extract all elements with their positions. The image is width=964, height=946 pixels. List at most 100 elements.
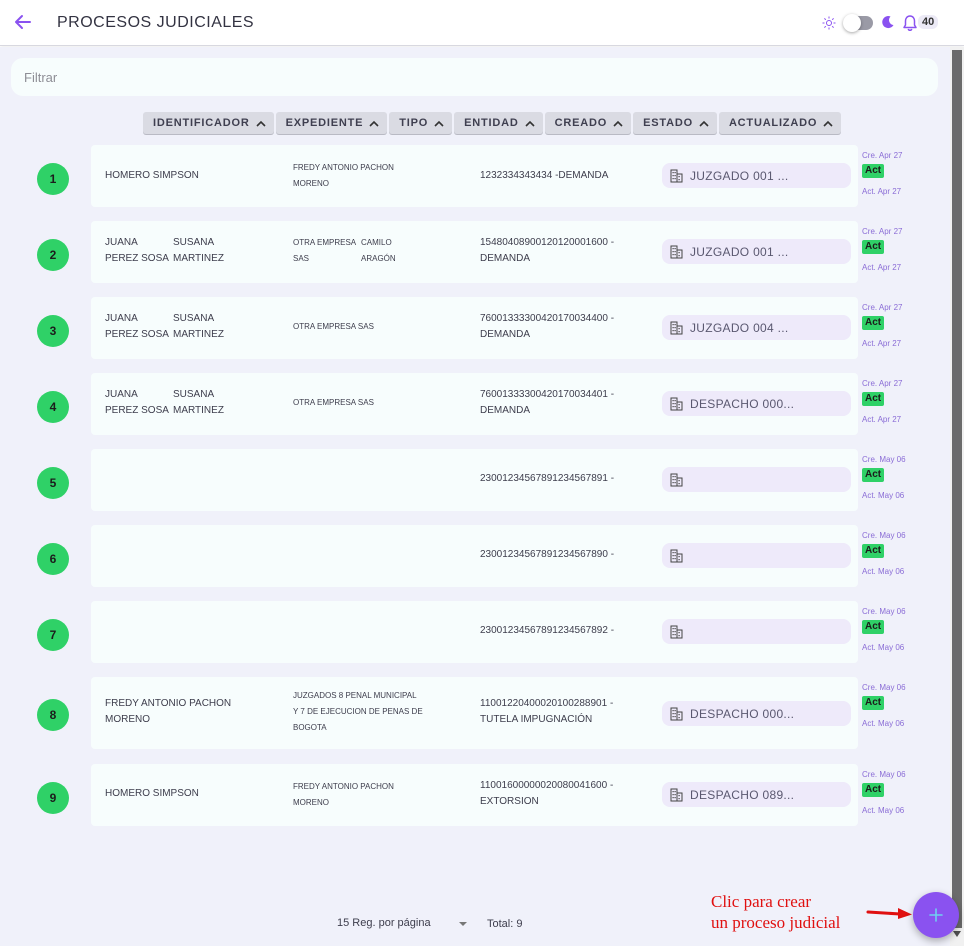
toggle-knob xyxy=(843,14,861,32)
entity-chip[interactable]: DESPACHO 089... xyxy=(662,782,851,807)
filter-input[interactable] xyxy=(24,70,925,85)
demandante-name: SUSANA MARTINEZ xyxy=(173,237,224,264)
sort-bar: IDENTIFICADOR EXPEDIENTE TIPO ENTIDAD CR… xyxy=(143,112,842,134)
sort-label: ACTUALIZADO xyxy=(728,117,818,129)
created-date: Cre. May 06 xyxy=(862,531,906,540)
entity-chip[interactable]: DESPACHO 000... xyxy=(662,701,851,726)
row-dates: Cre. Apr 27 Act Act. Apr 27 xyxy=(862,151,932,196)
sort-estado-button[interactable]: ESTADO xyxy=(633,112,717,134)
chevron-up-icon xyxy=(613,120,623,127)
chevron-up-icon xyxy=(699,120,709,127)
sort-creado-button[interactable]: CREADO xyxy=(544,112,632,134)
status-badge: Act xyxy=(862,696,885,710)
building-icon xyxy=(670,473,683,487)
entity-label: DESPACHO 089... xyxy=(690,787,795,802)
sort-label: CREADO xyxy=(554,117,608,129)
expediente-number: 1232334343434 -DEMANDA xyxy=(480,170,609,181)
process-card[interactable]: JUANA PEREZ SOSA SUSANA MARTINEZ OTRA EMPR… xyxy=(91,297,858,359)
entity-chip[interactable] xyxy=(662,467,851,492)
expediente-number: 76001333300420170034401 - DEMANDA xyxy=(480,389,615,416)
row-number: 7 xyxy=(37,619,69,651)
process-card[interactable]: FREDY ANTONIO PACHON MORENO JUZGADOS 8 PE… xyxy=(91,677,858,749)
process-card[interactable]: 23001234567891234567890 - xyxy=(91,525,858,587)
scrollbar-thumb[interactable] xyxy=(952,50,962,928)
process-card[interactable]: 23001234567891234567891 - xyxy=(91,449,858,511)
caret-down-icon[interactable] xyxy=(459,922,467,926)
demandante-name: SUSANA MARTINEZ xyxy=(173,313,224,340)
sort-entidad-button[interactable]: ENTIDAD xyxy=(454,112,543,134)
row-number: 1 xyxy=(37,163,69,195)
scroll-down-arrow-icon[interactable] xyxy=(953,931,961,937)
entity-label: DESPACHO 000... xyxy=(690,706,795,721)
chevron-up-icon xyxy=(369,120,379,127)
entity-label: JUZGADO 004 ... xyxy=(690,320,789,335)
status-badge: Act xyxy=(862,240,885,254)
theme-toggle[interactable] xyxy=(843,14,873,32)
entity-label: JUZGADO 001 ... xyxy=(690,244,789,259)
bell-icon[interactable] xyxy=(902,14,918,32)
sort-identificador-button[interactable]: IDENTIFICADOR xyxy=(143,112,274,134)
plus-icon xyxy=(929,908,943,922)
row-dates: Cre. May 06 Act Act. May 06 xyxy=(862,683,932,728)
chevron-up-icon xyxy=(525,120,535,127)
created-date: Cre. May 06 xyxy=(862,607,906,616)
sort-expediente-button[interactable]: EXPEDIENTE xyxy=(275,112,388,134)
row-dates: Cre. May 06 Act Act. May 06 xyxy=(862,770,932,815)
status-badge: Act xyxy=(862,392,885,406)
expediente-number: 23001234567891234567892 - xyxy=(480,625,615,636)
back-arrow-icon[interactable] xyxy=(12,11,34,33)
row-number: 9 xyxy=(37,782,69,814)
row-number: 3 xyxy=(37,315,69,347)
building-icon xyxy=(670,549,683,563)
process-card[interactable]: JUANA PEREZ SOSA SUSANA MARTINEZ OTRA EMPR… xyxy=(91,221,858,283)
process-card[interactable]: HOMERO SIMPSON FREDY ANTONIO PACHON MOREN… xyxy=(91,145,858,207)
entity-chip[interactable]: JUZGADO 004 ... xyxy=(662,315,851,340)
status-badge: Act xyxy=(862,783,885,797)
demandante-name: HOMERO SIMPSON xyxy=(105,788,199,799)
app-header: PROCESOS JUDICIALES 40 xyxy=(0,0,964,46)
building-icon xyxy=(670,397,683,411)
sort-actualizado-button[interactable]: ACTUALIZADO xyxy=(718,112,842,134)
row-dates: Cre. Apr 27 Act Act. Apr 27 xyxy=(862,303,932,348)
created-date: Cre. May 06 xyxy=(862,683,906,692)
notification-badge: 40 xyxy=(918,15,939,29)
entity-chip[interactable]: JUZGADO 001 ... xyxy=(662,163,851,188)
demandante-name: FREDY ANTONIO PACHON MORENO xyxy=(105,698,232,725)
entity-chip[interactable]: JUZGADO 001 ... xyxy=(662,239,851,264)
updated-date: Act. May 06 xyxy=(862,806,905,815)
expediente-number: 23001234567891234567891 - xyxy=(480,473,615,484)
status-badge: Act xyxy=(862,468,885,482)
chevron-up-icon xyxy=(823,120,833,127)
status-badge: Act xyxy=(862,164,885,178)
updated-date: Act. May 06 xyxy=(862,491,905,500)
building-icon xyxy=(670,625,683,639)
entity-chip[interactable]: DESPACHO 000... xyxy=(662,391,851,416)
per-page-select[interactable]: 15 Reg. por página xyxy=(337,917,431,929)
entity-label: JUZGADO 001 ... xyxy=(690,168,789,183)
row-number: 4 xyxy=(37,391,69,423)
entity-label: DESPACHO 000... xyxy=(690,396,795,411)
sort-label: ESTADO xyxy=(643,117,693,129)
status-badge: Act xyxy=(862,316,885,330)
updated-date: Act. May 06 xyxy=(862,567,905,576)
row-number: 6 xyxy=(37,543,69,575)
building-icon xyxy=(670,321,683,335)
updated-date: Act. Apr 27 xyxy=(862,187,902,196)
entity-chip[interactable] xyxy=(662,543,851,568)
process-card[interactable]: HOMERO SIMPSON FREDY ANTONIO PACHON MOREN… xyxy=(91,764,858,826)
entity-chip[interactable] xyxy=(662,619,851,644)
demandado-name: FREDY ANTONIO PACHON MORENO xyxy=(293,782,394,807)
demandante-name: JUANA PEREZ SOSA xyxy=(105,389,169,416)
status-badge: Act xyxy=(862,544,885,558)
created-date: Cre. May 06 xyxy=(862,455,906,464)
process-card[interactable]: 23001234567891234567892 - xyxy=(91,601,858,663)
page-title: PROCESOS JUDICIALES xyxy=(57,14,255,31)
sort-label: IDENTIFICADOR xyxy=(153,117,250,129)
process-card[interactable]: JUANA PEREZ SOSA SUSANA MARTINEZ OTRA EMPR… xyxy=(91,373,858,435)
sort-tipo-button[interactable]: TIPO xyxy=(389,112,453,134)
add-process-button[interactable] xyxy=(913,892,959,938)
demandante-name: HOMERO SIMPSON xyxy=(105,170,199,181)
row-number: 8 xyxy=(37,699,69,731)
chevron-up-icon xyxy=(256,120,266,127)
expediente-number: 76001333300420170034400 - DEMANDA xyxy=(480,313,615,340)
